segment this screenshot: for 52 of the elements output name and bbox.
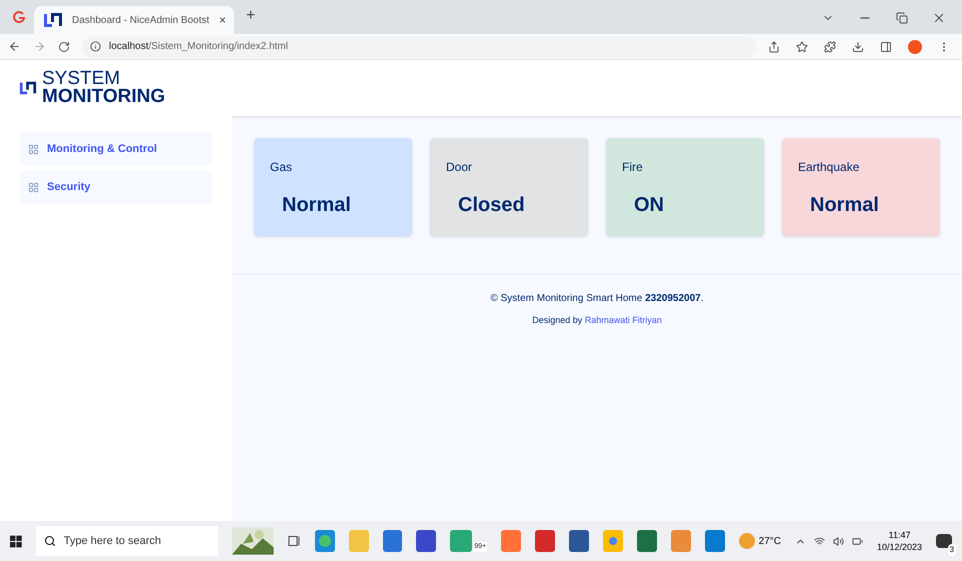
grid-icon: [28, 144, 39, 154]
back-icon[interactable]: [8, 40, 21, 53]
share-icon[interactable]: [768, 40, 780, 52]
download-icon[interactable]: [852, 40, 864, 52]
card-value: Normal: [281, 193, 352, 218]
battery-icon[interactable]: [852, 536, 864, 546]
url-path: /Sistem_Monitoring/index2.html: [148, 41, 288, 52]
clock-date: 10/12/2023: [877, 541, 922, 553]
weather-text: 27°C: [758, 534, 782, 548]
author-link[interactable]: Rahmawati Fitriyan: [584, 315, 662, 325]
logo-icon: [42, 10, 64, 30]
volume-icon[interactable]: [833, 536, 844, 546]
notification-count: 3: [948, 544, 956, 556]
browser-tab[interactable]: Dashboard - NiceAdmin Bootst ×: [34, 6, 234, 34]
card-value: ON: [633, 193, 665, 218]
task-view-icon[interactable]: [288, 534, 301, 548]
tab-title: Dashboard - NiceAdmin Bootst: [72, 14, 210, 28]
taskbar-search-field[interactable]: Type here to search: [36, 526, 218, 556]
brand-title: SYSTEM: [42, 70, 120, 88]
address-bar[interactable]: localhost/Sistem_Monitoring/index2.html: [82, 36, 756, 58]
windows-icon[interactable]: [10, 534, 22, 548]
google-icon: [12, 10, 26, 24]
tab-close[interactable]: ×: [218, 11, 226, 29]
reload-icon[interactable]: [58, 40, 70, 52]
card-value: Normal: [809, 193, 880, 218]
bookmark-icon[interactable]: [796, 40, 808, 52]
restore-icon[interactable]: [896, 12, 908, 24]
clock-time: 11:47: [888, 529, 910, 541]
card-title: Gas: [270, 159, 294, 176]
sidebar-item[interactable]: Security: [20, 170, 212, 204]
app-icon[interactable]: [535, 530, 556, 552]
info-icon: [90, 41, 101, 52]
profile-avatar[interactable]: [908, 40, 922, 54]
card-title: Earthquake: [798, 159, 860, 176]
credit-text: Designed by: [532, 315, 582, 325]
app-icon[interactable]: [416, 530, 436, 552]
card-value: Closed: [457, 193, 526, 218]
grid-icon: [28, 182, 39, 192]
app-icon[interactable]: [450, 530, 472, 552]
search-icon: [44, 535, 56, 547]
side-panel-icon[interactable]: [880, 40, 892, 52]
close-icon[interactable]: [932, 11, 946, 25]
copyright-text: © System Monitoring Smart Home 2320952007.: [490, 292, 704, 306]
url-host: localhost: [109, 41, 148, 52]
card-title: Door: [446, 159, 474, 176]
logo-icon: [18, 79, 38, 97]
card-title: Fire: [622, 159, 644, 176]
wifi-icon[interactable]: [814, 536, 826, 546]
new-tab-button[interactable]: +: [246, 4, 256, 28]
extensions-icon[interactable]: [824, 40, 836, 52]
sidebar-item[interactable]: Monitoring & Control: [20, 132, 212, 166]
brand-title: MONITORING: [42, 88, 166, 106]
